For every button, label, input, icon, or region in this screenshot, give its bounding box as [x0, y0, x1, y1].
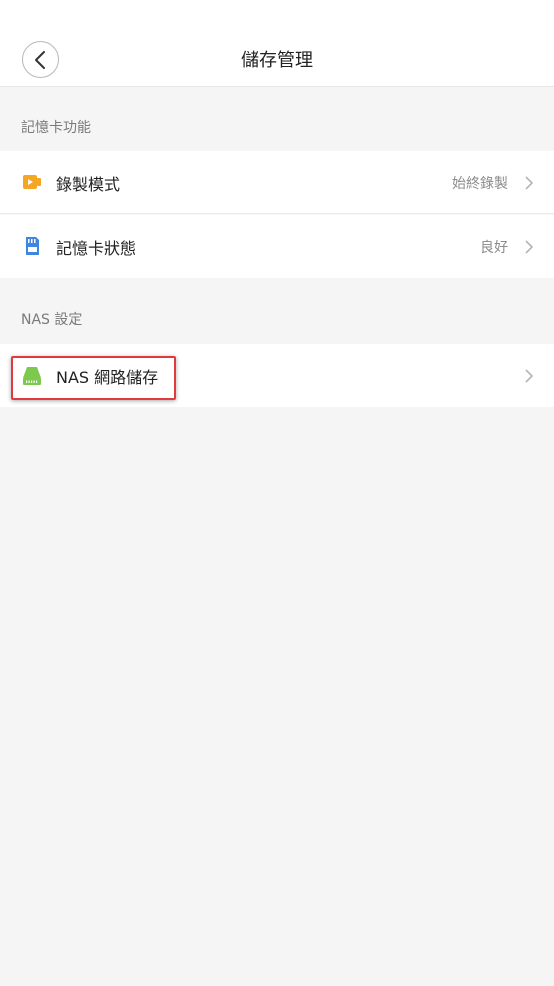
section-label-nas: NAS 設定: [21, 312, 83, 328]
video-record-icon: [23, 175, 41, 189]
chevron-right-icon: [525, 176, 533, 190]
nav-header: 儲存管理: [0, 0, 554, 87]
sd-card-status-value: 良好: [480, 240, 508, 256]
sd-card-status-label: 記憶卡狀態: [56, 239, 137, 258]
section-label-sd-card: 記憶卡功能: [21, 120, 91, 136]
page-title: 儲存管理: [241, 50, 313, 71]
recording-mode-value: 始終錄製: [452, 176, 508, 192]
highlight-box: [11, 356, 176, 400]
chevron-right-icon: [525, 240, 533, 254]
list-item-sd-card-status[interactable]: 記憶卡狀態 良好: [0, 215, 554, 278]
chevron-right-icon: [525, 369, 533, 383]
sd-card-icon: [26, 237, 39, 255]
recording-mode-label: 錄製模式: [56, 175, 121, 194]
list-item-recording-mode[interactable]: 錄製模式 始終錄製: [0, 151, 554, 214]
